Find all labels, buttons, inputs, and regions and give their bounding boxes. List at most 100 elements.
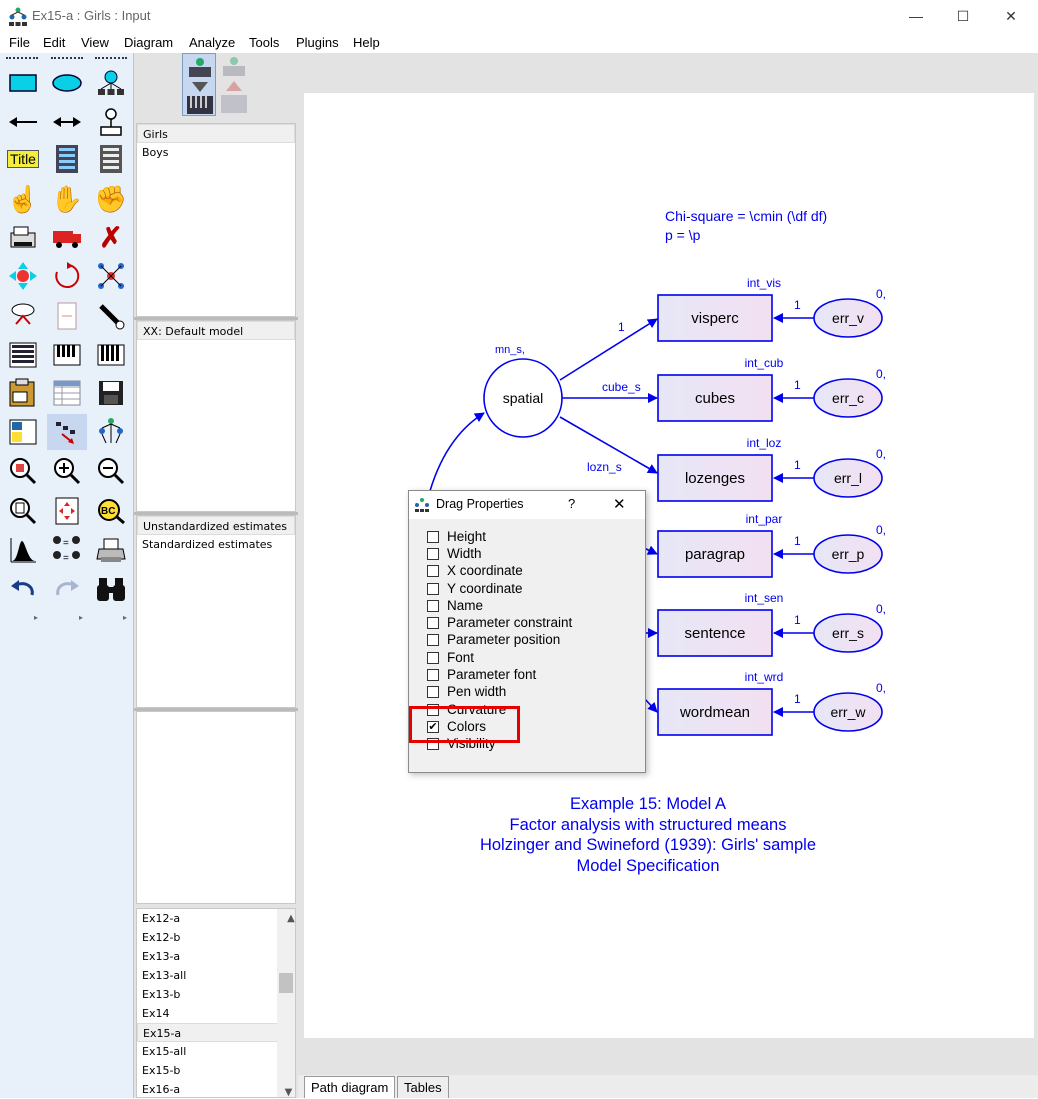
menu-help[interactable]: Help bbox=[353, 35, 380, 50]
minimize-button[interactable]: — bbox=[893, 0, 939, 33]
dialog-help-button[interactable]: ? bbox=[568, 496, 575, 511]
checkbox[interactable] bbox=[427, 651, 439, 664]
file-item[interactable]: Ex13-all bbox=[137, 966, 295, 985]
maximize-button[interactable]: ☐ bbox=[940, 0, 986, 33]
view-input-button[interactable] bbox=[182, 53, 216, 116]
file-item[interactable]: Ex16-a bbox=[137, 1080, 295, 1097]
file-item[interactable]: Ex12-b bbox=[137, 928, 295, 947]
file-item-selected[interactable]: Ex15-a bbox=[137, 1023, 295, 1042]
zoom-in-icon[interactable] bbox=[3, 453, 43, 489]
duplicate-icon[interactable] bbox=[3, 219, 43, 255]
specification-search-icon[interactable] bbox=[91, 571, 131, 607]
menu-edit[interactable]: Edit bbox=[43, 35, 65, 50]
select-one-icon[interactable]: ☝ bbox=[3, 181, 43, 217]
dialog-option-row[interactable]: Pen width bbox=[427, 683, 506, 700]
toolbar-overflow-icon[interactable]: ▸ bbox=[34, 613, 38, 622]
estimates-item-standardized[interactable]: Standardized estimates bbox=[137, 535, 295, 554]
save-icon[interactable] bbox=[91, 375, 131, 411]
menu-plugins[interactable]: Plugins bbox=[296, 35, 339, 50]
menu-diagram[interactable]: Diagram bbox=[124, 35, 173, 50]
file-item[interactable]: Ex15-all bbox=[137, 1042, 295, 1061]
menu-file[interactable]: File bbox=[9, 35, 30, 50]
reflect-icon[interactable] bbox=[91, 258, 131, 294]
dialog-option-row[interactable]: X coordinate bbox=[427, 562, 523, 579]
single-arrow-icon[interactable] bbox=[3, 104, 43, 140]
view-output-button[interactable] bbox=[218, 53, 250, 116]
drag-properties-icon[interactable] bbox=[3, 414, 43, 450]
checkbox[interactable] bbox=[427, 530, 439, 543]
move-icon[interactable] bbox=[47, 219, 87, 255]
preserve-symmetries-icon[interactable] bbox=[47, 414, 87, 450]
dialog-option-row[interactable]: Font bbox=[427, 649, 474, 666]
estimates-item-unstandardized[interactable]: Unstandardized estimates bbox=[137, 516, 295, 535]
scroll-up-icon[interactable]: ▲ bbox=[282, 909, 295, 928]
path-spatial-visperc[interactable] bbox=[559, 318, 658, 381]
file-item[interactable]: Ex14 bbox=[137, 1004, 295, 1023]
ellipse-icon[interactable] bbox=[47, 65, 87, 101]
checkbox[interactable] bbox=[427, 668, 439, 681]
analysis-properties-icon[interactable] bbox=[3, 337, 43, 373]
menu-tools[interactable]: Tools bbox=[249, 35, 279, 50]
path-spatial-lower[interactable] bbox=[427, 412, 485, 499]
dialog-close-button[interactable]: ✕ bbox=[613, 495, 626, 513]
file-item[interactable]: Ex12-a bbox=[137, 909, 295, 928]
redo-icon[interactable] bbox=[47, 571, 87, 607]
group-item-boys[interactable]: Boys bbox=[137, 143, 295, 162]
checkbox[interactable] bbox=[427, 582, 439, 595]
dialog-option-row[interactable]: Parameter constraint bbox=[427, 614, 572, 631]
multigroup-icon[interactable]: = = bbox=[47, 532, 87, 568]
file-item[interactable]: Ex15-b bbox=[137, 1061, 295, 1080]
erase-icon[interactable]: ✗ bbox=[91, 219, 131, 255]
text-output-icon[interactable] bbox=[3, 375, 43, 411]
deselect-all-icon[interactable]: ✊ bbox=[91, 181, 131, 217]
list-data-variables-icon[interactable] bbox=[91, 141, 131, 177]
fit-to-page-icon[interactable] bbox=[47, 493, 87, 529]
scroll-down-icon[interactable]: ▼ bbox=[277, 1083, 295, 1097]
zoom-out-icon[interactable] bbox=[91, 453, 131, 489]
checkbox[interactable] bbox=[427, 547, 439, 560]
move-parameter-icon[interactable] bbox=[3, 258, 43, 294]
menu-view[interactable]: View bbox=[81, 35, 109, 50]
checkbox[interactable] bbox=[427, 564, 439, 577]
dialog-option-row[interactable]: Parameter font bbox=[427, 666, 536, 683]
file-item[interactable]: Ex13-a bbox=[137, 947, 295, 966]
rotate-icon[interactable] bbox=[47, 258, 87, 294]
calculate-estimates-icon[interactable] bbox=[47, 337, 87, 373]
touch-up-icon[interactable] bbox=[47, 298, 87, 334]
copy-diagram-icon[interactable] bbox=[91, 337, 131, 373]
print-icon[interactable] bbox=[91, 532, 131, 568]
checkbox[interactable] bbox=[427, 685, 439, 698]
menu-analyze[interactable]: Analyze bbox=[189, 35, 235, 50]
file-item[interactable]: Ex13-b bbox=[137, 985, 295, 1004]
bayesian-icon[interactable] bbox=[3, 532, 43, 568]
dialog-option-row[interactable]: Name bbox=[427, 597, 483, 614]
tab-tables[interactable]: Tables bbox=[397, 1076, 449, 1098]
checkbox[interactable] bbox=[427, 599, 439, 612]
zoom-select-icon[interactable] bbox=[91, 414, 131, 450]
files-scrollbar[interactable]: ▲ ▼ bbox=[277, 909, 295, 1097]
toolbar-overflow-icon[interactable]: ▸ bbox=[79, 613, 83, 622]
dialog-option-row[interactable]: Y coordinate bbox=[427, 580, 523, 597]
zoom-in-icon[interactable] bbox=[47, 453, 87, 489]
title-icon[interactable]: Title bbox=[3, 141, 43, 177]
close-button[interactable]: ✕ bbox=[988, 0, 1034, 33]
group-item-girls[interactable]: Girls bbox=[137, 124, 295, 143]
data-files-icon[interactable] bbox=[91, 298, 131, 334]
scroll-icon[interactable] bbox=[3, 298, 43, 334]
checkbox[interactable] bbox=[427, 633, 439, 646]
checkbox[interactable] bbox=[427, 616, 439, 629]
toolbar-overflow-icon[interactable]: ▸ bbox=[123, 613, 127, 622]
tab-path-diagram[interactable]: Path diagram bbox=[304, 1076, 396, 1098]
unique-variable-icon[interactable] bbox=[91, 104, 131, 140]
model-item-default[interactable]: XX: Default model bbox=[137, 321, 295, 340]
rectangle-icon[interactable] bbox=[3, 65, 43, 101]
scrollbar-thumb[interactable] bbox=[279, 973, 293, 993]
double-arrow-icon[interactable] bbox=[47, 104, 87, 140]
dialog-option-row[interactable]: Width bbox=[427, 545, 482, 562]
dialog-option-row[interactable]: Parameter position bbox=[427, 631, 560, 648]
select-all-icon[interactable]: ✋ bbox=[47, 181, 87, 217]
list-variables-icon[interactable] bbox=[47, 141, 87, 177]
loupe-icon[interactable]: BC bbox=[91, 493, 131, 529]
dialog-option-row[interactable]: Height bbox=[427, 528, 486, 545]
object-properties-icon[interactable] bbox=[47, 375, 87, 411]
